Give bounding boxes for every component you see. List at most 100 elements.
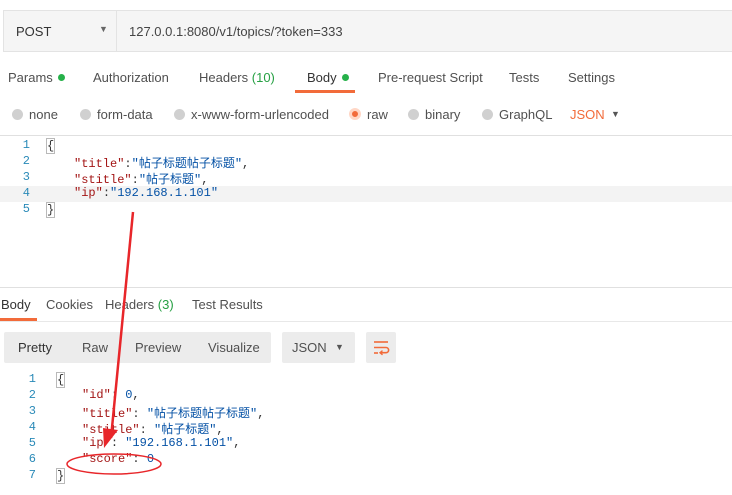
response-tabs: Body Cookies Headers (3) Test Results [0, 294, 732, 322]
code-field: "title": "帖子标题帖子标题", [82, 407, 265, 421]
json-value: "帖子标题" [138, 173, 202, 187]
tab-headers-label: Headers [199, 70, 249, 85]
method-label: POST [16, 24, 52, 39]
editor-line: 2 "title":"帖子标题帖子标题", [0, 154, 732, 171]
code-field: "score": 0 [82, 452, 155, 466]
body-type-radios: none form-data x-www-form-urlencoded raw… [0, 100, 732, 130]
response-tab-test-results[interactable]: Test Results [192, 297, 263, 312]
response-tab-cookies[interactable]: Cookies [46, 297, 93, 312]
editor-line: 3 "stitle":"帖子标题", [0, 170, 732, 187]
response-format-select[interactable]: JSON ▼ [282, 332, 355, 363]
radio-circle [482, 109, 493, 120]
json-value: "帖子标题帖子标题" [131, 157, 243, 171]
radio-binary-label: binary [425, 107, 461, 122]
json-sep: , [201, 173, 209, 187]
tab-body[interactable]: Body [307, 70, 349, 85]
radio-binary[interactable]: binary [408, 107, 460, 122]
json-key: "stitle" [82, 423, 140, 437]
radio-form-data-label: form-data [97, 107, 153, 122]
json-key: "id" [82, 388, 111, 402]
line-number: 6 [28, 452, 36, 466]
method-select[interactable]: POST ▼ [3, 10, 116, 52]
view-pretty-button[interactable]: Pretty [18, 340, 52, 355]
response-tab-body[interactable]: Body [1, 297, 31, 312]
request-body-editor[interactable]: 1 { 2 "title":"帖子标题帖子标题", 3 "stitle":"帖子… [0, 135, 732, 285]
response-tab-headers-label: Headers [105, 297, 155, 312]
line-number: 1 [28, 372, 36, 386]
view-visualize-button[interactable]: Visualize [208, 340, 260, 355]
json-key: "ip" [82, 436, 111, 450]
chevron-down-icon: ▼ [99, 24, 108, 34]
response-format-label: JSON [292, 340, 327, 355]
editor-line: 5 } [0, 202, 732, 218]
view-raw-button[interactable]: Raw [82, 340, 108, 355]
wrap-lines-button[interactable] [366, 332, 396, 363]
close-brace: } [46, 202, 56, 218]
line-number: 2 [22, 154, 30, 168]
params-active-dot [57, 74, 65, 81]
open-brace: { [56, 372, 66, 388]
response-line: 3 "title": "帖子标题帖子标题", [0, 404, 732, 421]
request-bar: POST ▼ 127.0.0.1:8080/v1/topics/?token=3… [0, 10, 732, 52]
editor-line-current: 4 "ip":"192.168.1.101" [0, 186, 732, 202]
json-key: "score" [82, 452, 133, 466]
json-key: "title" [82, 407, 133, 421]
code-field: "ip":"192.168.1.101" [74, 186, 219, 200]
tab-headers[interactable]: Headers (10) [199, 70, 275, 85]
code-field: "title":"帖子标题帖子标题", [74, 157, 250, 171]
tab-settings[interactable]: Settings [568, 70, 615, 85]
line-number: 1 [22, 138, 30, 152]
tab-tests[interactable]: Tests [509, 70, 539, 85]
radio-graphql[interactable]: GraphQL [482, 107, 552, 122]
response-headers-count: (3) [157, 297, 174, 312]
active-response-tab-indicator [0, 318, 37, 321]
json-sep: , [132, 388, 140, 402]
line-number: 5 [22, 202, 30, 216]
radio-graphql-label: GraphQL [499, 107, 553, 122]
chevron-down-icon: ▼ [335, 342, 344, 352]
body-format-select[interactable]: JSON [570, 107, 605, 122]
json-value: "192.168.1.101" [125, 436, 234, 450]
view-preview-button[interactable]: Preview [135, 340, 181, 355]
json-sep: , [242, 157, 250, 171]
editor-line: 1 { [0, 138, 732, 154]
json-key: "ip" [74, 186, 103, 200]
tab-prerequest[interactable]: Pre-request Script [378, 70, 483, 85]
response-tab-headers[interactable]: Headers (3) [105, 297, 174, 312]
url-input[interactable]: 127.0.0.1:8080/v1/topics/?token=333 [116, 10, 732, 52]
radio-none-label: none [29, 107, 58, 122]
radio-raw-label: raw [367, 107, 388, 122]
line-number: 7 [28, 468, 36, 482]
radio-circle [408, 109, 419, 120]
json-value: "帖子标题帖子标题" [146, 407, 258, 421]
tab-body-label: Body [307, 70, 337, 85]
json-value: "192.168.1.101" [110, 186, 219, 200]
json-key: "title" [74, 157, 125, 171]
active-tab-indicator [295, 90, 355, 93]
tab-authorization[interactable]: Authorization [93, 70, 169, 85]
response-view-bar: Pretty Raw Preview Visualize JSON ▼ [0, 332, 732, 364]
open-brace: { [46, 138, 56, 154]
view-mode-group: Pretty Raw Preview Visualize [4, 332, 271, 363]
radio-urlencoded[interactable]: x-www-form-urlencoded [174, 107, 329, 122]
request-tabs: Params Authorization Headers (10) Body P… [0, 63, 732, 93]
radio-none[interactable]: none [12, 107, 58, 122]
json-sep: , [233, 436, 241, 450]
response-body-viewer[interactable]: 1 { 2 "id": 0, 3 "title": "帖子标题帖子标题", 4 … [0, 372, 732, 492]
response-line: 6 "score": 0 [0, 452, 732, 468]
json-key: "stitle" [74, 173, 132, 187]
response-line: 2 "id": 0, [0, 388, 732, 404]
line-number: 3 [22, 170, 30, 184]
code-field: "id": 0, [82, 388, 140, 402]
wrap-lines-icon [374, 341, 390, 356]
radio-raw[interactable]: raw [349, 107, 388, 122]
divider [0, 287, 732, 288]
code-field: "stitle": "帖子标题", [82, 423, 224, 437]
line-number: 2 [28, 388, 36, 402]
tab-params[interactable]: Params [8, 70, 65, 85]
line-number: 3 [28, 404, 36, 418]
code-field: "stitle":"帖子标题", [74, 173, 209, 187]
radio-form-data[interactable]: form-data [80, 107, 153, 122]
response-line: 7 } [0, 468, 732, 484]
headers-count: (10) [251, 70, 275, 85]
